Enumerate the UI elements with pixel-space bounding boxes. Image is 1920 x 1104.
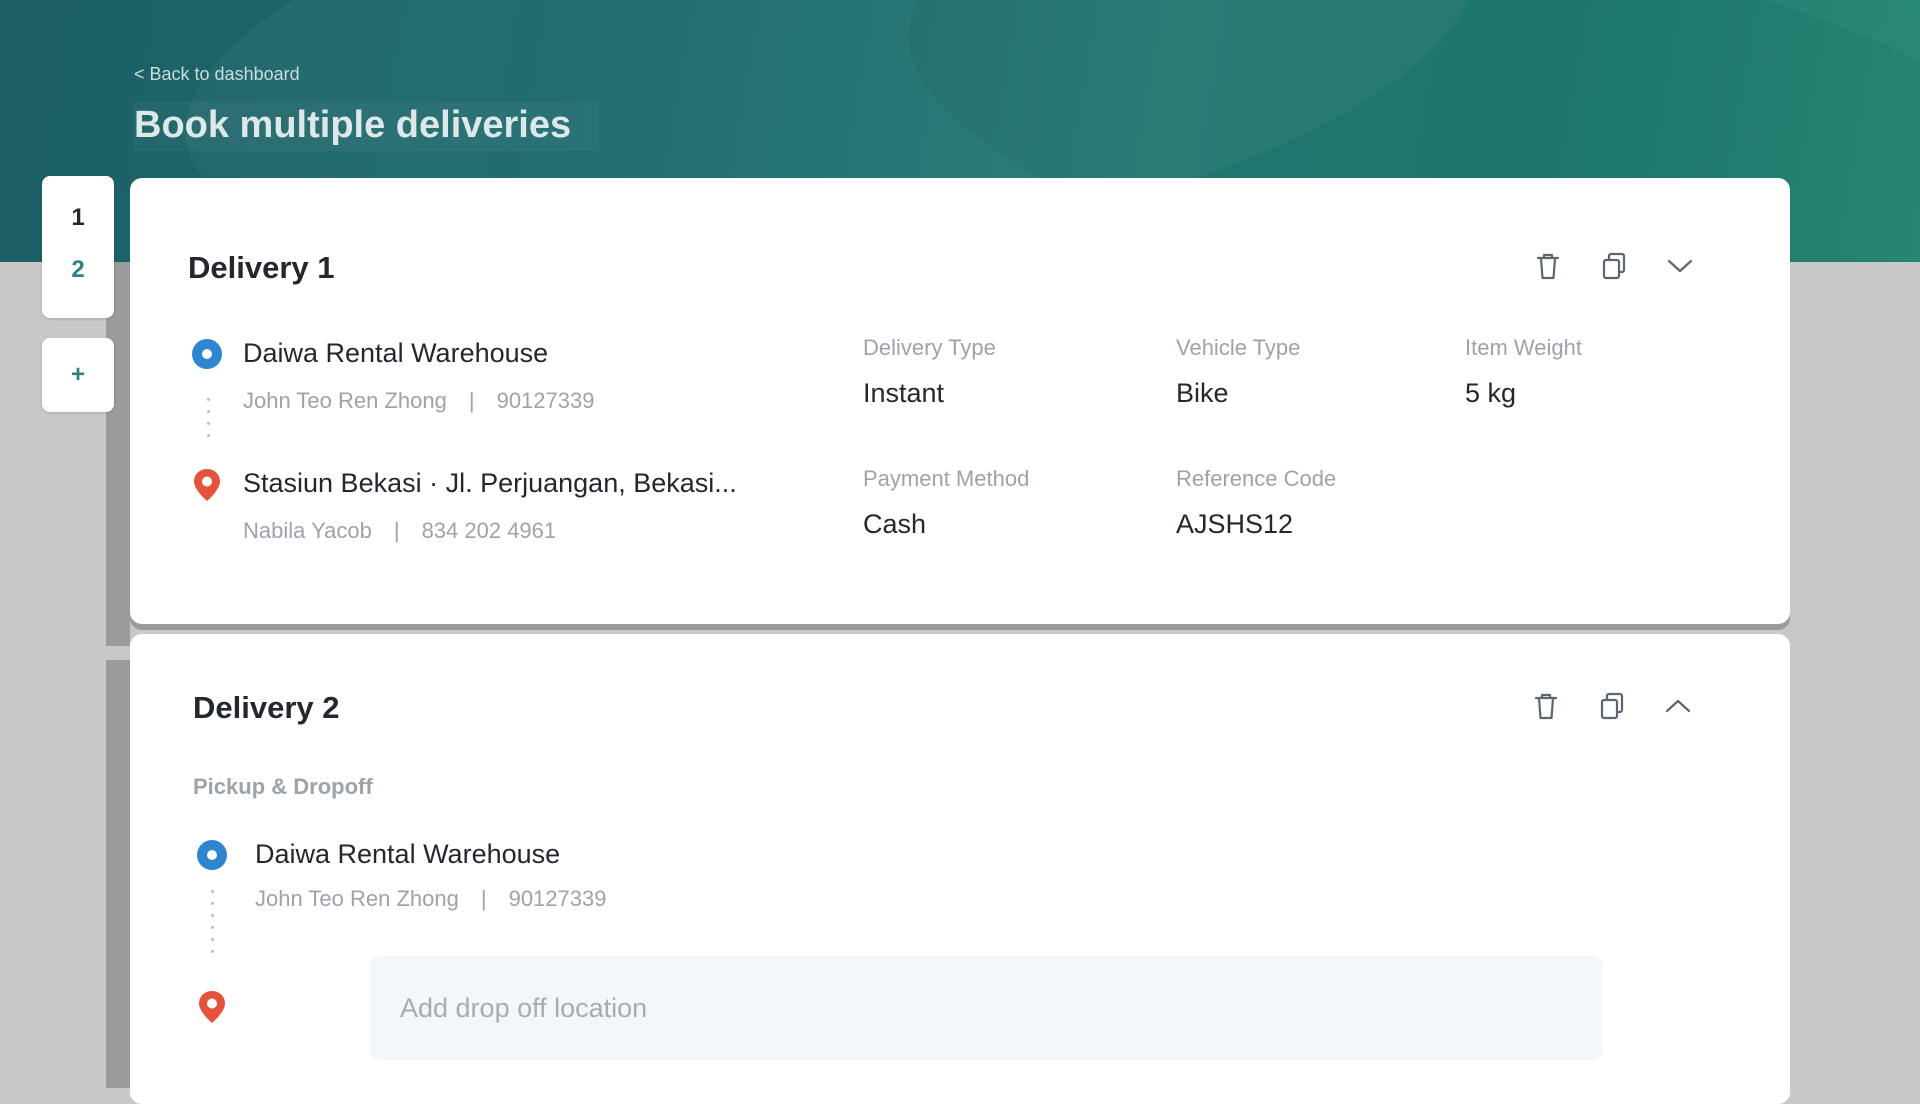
step-1[interactable]: 1 xyxy=(42,204,114,232)
route-dots xyxy=(211,890,215,962)
chevron-down-icon[interactable] xyxy=(1664,250,1696,282)
payment-method-value: Cash xyxy=(863,509,927,539)
trash-icon[interactable] xyxy=(1532,250,1564,282)
delivery-type-label: Delivery Type xyxy=(863,335,996,360)
dropoff-pin-icon xyxy=(192,468,222,501)
add-delivery-button[interactable]: + xyxy=(42,338,114,412)
reference-code-value: AJSHS12 xyxy=(1176,509,1294,539)
delivery-1-pickup-name: Daiwa Rental Warehouse xyxy=(243,338,549,368)
delivery-1-actions xyxy=(1532,250,1696,282)
contact-name: Nabila Yacob xyxy=(243,518,372,543)
delivery-card-1: Delivery 1 Daiwa Rental Warehouse John T… xyxy=(130,178,1790,624)
contact-phone: 834 202 4961 xyxy=(421,518,557,543)
delivery-1-title: Delivery 1 xyxy=(188,250,335,285)
delivery-stepper: 1 2 xyxy=(42,176,114,318)
separator: | xyxy=(468,388,475,413)
delivery-2-pickup-contact: John Teo Ren Zhong | 90127339 xyxy=(255,886,606,912)
delivery-2-title: Delivery 2 xyxy=(193,690,340,725)
delivery-2-actions xyxy=(1530,690,1694,722)
delivery-1-dropoff-contact: Nabila Yacob | 834 202 4961 xyxy=(243,518,556,544)
delivery-2-pickup-name: Daiwa Rental Warehouse xyxy=(255,839,561,869)
card-stack-shadow xyxy=(106,262,130,646)
back-to-dashboard-link[interactable]: < Back to dashboard xyxy=(134,64,300,85)
route-dots xyxy=(207,398,211,446)
contact-phone: 90127339 xyxy=(508,886,607,911)
payment-method-label: Payment Method xyxy=(863,466,1030,491)
delivery-1-dropoff-name: Stasiun Bekasi · Jl. Perjuangan, Bekasi.… xyxy=(243,468,737,498)
pickup-dropoff-section-label: Pickup & Dropoff xyxy=(193,774,373,799)
contact-name: John Teo Ren Zhong xyxy=(243,388,447,413)
page-title: Book multiple deliveries xyxy=(134,102,600,151)
delivery-type-value: Instant xyxy=(863,378,945,408)
dropoff-pin-icon xyxy=(197,990,227,1023)
card-stack-shadow xyxy=(106,660,130,1088)
separator: | xyxy=(480,886,487,911)
contact-phone: 90127339 xyxy=(496,388,595,413)
contact-name: John Teo Ren Zhong xyxy=(255,886,459,911)
delivery-1-pickup-contact: John Teo Ren Zhong | 90127339 xyxy=(243,388,594,414)
vehicle-type-label: Vehicle Type xyxy=(1176,335,1301,360)
copy-icon[interactable] xyxy=(1596,690,1628,722)
copy-icon[interactable] xyxy=(1598,250,1630,282)
vehicle-type-value: Bike xyxy=(1176,378,1229,408)
pickup-marker-icon xyxy=(197,840,227,870)
reference-code-label: Reference Code xyxy=(1176,466,1337,491)
step-2[interactable]: 2 xyxy=(42,256,114,284)
item-weight-value: 5 kg xyxy=(1465,378,1517,408)
pickup-marker-icon xyxy=(192,339,222,369)
dropoff-location-input[interactable] xyxy=(370,956,1602,1060)
chevron-up-icon[interactable] xyxy=(1662,690,1694,722)
delivery-card-2: Delivery 2 Pickup & Dropoff Daiwa Rental… xyxy=(130,634,1790,1104)
item-weight-label: Item Weight xyxy=(1465,335,1582,360)
trash-icon[interactable] xyxy=(1530,690,1562,722)
separator: | xyxy=(393,518,400,543)
